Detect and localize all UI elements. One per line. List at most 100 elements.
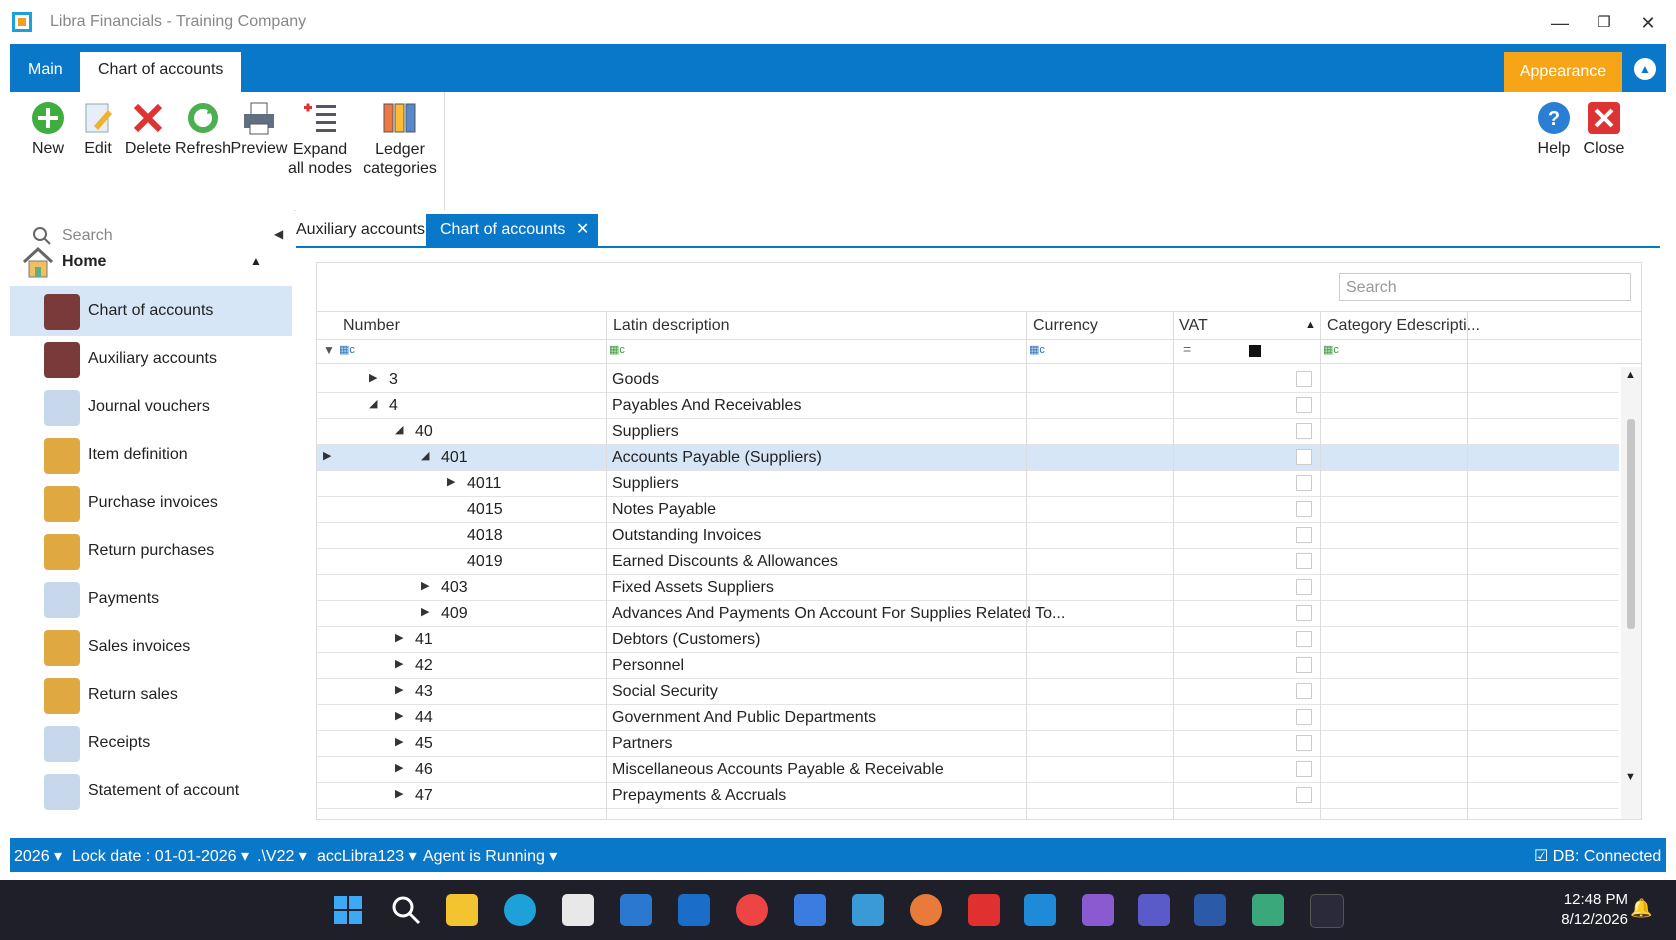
vat-checkbox[interactable] bbox=[1296, 553, 1312, 569]
table-row[interactable]: ▶ 42 Personnel bbox=[317, 653, 1619, 679]
anydesk-icon[interactable] bbox=[968, 894, 1000, 926]
libra-financials-taskbar-icon[interactable] bbox=[1310, 894, 1344, 928]
filter-vat-equals-icon[interactable]: = bbox=[1183, 341, 1191, 357]
vat-checkbox[interactable] bbox=[1296, 501, 1312, 517]
taskbar-clock[interactable]: 12:48 PM 8/12/2026 bbox=[1532, 890, 1628, 930]
expand-node-icon[interactable]: ▶ bbox=[395, 631, 403, 644]
vscode-icon[interactable] bbox=[1024, 894, 1056, 926]
ribbon-tab-chart-of-accounts[interactable]: Chart of accounts bbox=[80, 52, 242, 92]
expand-node-icon[interactable]: ▶ bbox=[447, 475, 455, 488]
restore-button[interactable]: ❐ bbox=[1584, 10, 1624, 36]
table-row[interactable]: ▶ 4011 Suppliers bbox=[317, 471, 1619, 497]
table-row[interactable]: ▶ 46 Miscellaneous Accounts Payable & Rece… bbox=[317, 757, 1619, 783]
column-header-latin-description[interactable]: Latin description bbox=[613, 313, 730, 339]
table-row[interactable]: 4015 Notes Payable bbox=[317, 497, 1619, 523]
expand-node-icon[interactable]: ▶ bbox=[395, 683, 403, 696]
filter-category-icon[interactable]: ▦c bbox=[1323, 343, 1339, 356]
table-row[interactable]: ▶ 403 Fixed Assets Suppliers bbox=[317, 575, 1619, 601]
sidebar-item[interactable]: Purchase invoices bbox=[10, 478, 292, 528]
table-row[interactable]: ▶ 41 Debtors (Customers) bbox=[317, 627, 1619, 653]
collapse-ribbon-icon[interactable]: ▲ bbox=[1634, 58, 1656, 80]
expand-node-icon[interactable]: ▶ bbox=[369, 371, 377, 384]
collapse-node-icon[interactable]: ◢ bbox=[421, 449, 429, 462]
chrome-icon[interactable] bbox=[736, 894, 768, 926]
vat-checkbox[interactable] bbox=[1296, 735, 1312, 751]
expand-node-icon[interactable]: ▶ bbox=[395, 735, 403, 748]
filter-number-icon[interactable]: ▦c bbox=[339, 343, 355, 356]
table-row[interactable]: ▶ 45 Partners bbox=[317, 731, 1619, 757]
vat-checkbox[interactable] bbox=[1296, 787, 1312, 803]
table-row[interactable]: ▶ 409 Advances And Payments On Account For… bbox=[317, 601, 1619, 627]
sidebar-item[interactable]: Return purchases bbox=[10, 526, 292, 576]
ledger-categories-button[interactable]: Ledger categories bbox=[360, 100, 440, 178]
vat-checkbox[interactable] bbox=[1296, 683, 1312, 699]
scrollbar-thumb[interactable] bbox=[1627, 419, 1635, 629]
year-selector[interactable]: 2026 ▾ bbox=[14, 846, 62, 866]
sidebar-search-input[interactable]: Search bbox=[62, 227, 113, 245]
vat-checkbox[interactable] bbox=[1296, 657, 1312, 673]
close-window-button[interactable]: ✕ bbox=[1628, 10, 1668, 36]
vat-checkbox[interactable] bbox=[1296, 397, 1312, 413]
table-row[interactable]: ▶ 44 Government And Public Departments bbox=[317, 705, 1619, 731]
vat-checkbox[interactable] bbox=[1296, 579, 1312, 595]
expand-all-nodes-button[interactable]: Expand all nodes bbox=[282, 100, 358, 178]
app-icon-orange[interactable] bbox=[910, 894, 942, 926]
close-tab-icon[interactable]: ✕ bbox=[576, 214, 589, 246]
edge-browser-icon[interactable] bbox=[504, 894, 536, 926]
grid-vertical-scrollbar[interactable]: ▲ ▼ bbox=[1621, 367, 1641, 819]
table-row[interactable]: ▶ ◢ 401 Accounts Payable (Suppliers) bbox=[317, 445, 1619, 471]
close-button[interactable]: Close bbox=[1576, 100, 1632, 158]
vat-checkbox[interactable] bbox=[1296, 371, 1312, 387]
filter-description-icon[interactable]: ▦c bbox=[609, 343, 625, 356]
minimize-button[interactable]: — bbox=[1540, 10, 1580, 36]
outlook-icon[interactable] bbox=[620, 894, 652, 926]
word-icon[interactable] bbox=[1194, 894, 1226, 926]
table-row[interactable]: 4018 Outstanding Invoices bbox=[317, 523, 1619, 549]
expand-node-icon[interactable]: ▶ bbox=[421, 605, 429, 618]
column-header-number[interactable]: Number bbox=[343, 313, 400, 339]
scroll-down-icon[interactable]: ▼ bbox=[1625, 771, 1636, 783]
app-icon-blue[interactable] bbox=[794, 894, 826, 926]
notification-bell-icon[interactable]: 🔔 bbox=[1630, 898, 1652, 919]
search-taskbar-icon[interactable] bbox=[390, 894, 422, 926]
sidebar-item[interactable]: Auxiliary accounts bbox=[10, 334, 292, 384]
scroll-up-icon[interactable]: ▲ bbox=[1625, 369, 1636, 381]
grid-search-input[interactable]: Search bbox=[1339, 273, 1631, 301]
sidebar-item[interactable]: Payments bbox=[10, 574, 292, 624]
sidebar-item[interactable]: Statement of account bbox=[10, 766, 292, 816]
sidebar-item[interactable]: Item definition bbox=[10, 430, 292, 480]
expand-node-icon[interactable]: ▶ bbox=[421, 579, 429, 592]
column-header-vat[interactable]: VAT bbox=[1179, 313, 1208, 339]
sidebar-group-home[interactable]: Home ▲ bbox=[20, 244, 290, 278]
filter-icon[interactable]: ▼ bbox=[323, 343, 335, 357]
agent-status[interactable]: Agent is Running ▾ bbox=[423, 846, 557, 866]
expand-node-icon[interactable]: ▶ bbox=[395, 787, 403, 800]
table-row[interactable]: ◢ 4 Payables And Receivables bbox=[317, 393, 1619, 419]
table-row[interactable]: 4019 Earned Discounts & Allowances bbox=[317, 549, 1619, 575]
lock-date-selector[interactable]: Lock date : 01-01-2026 ▾ bbox=[72, 846, 249, 866]
app-icon-purple[interactable] bbox=[1082, 894, 1114, 926]
notepad-icon[interactable] bbox=[1252, 894, 1284, 926]
column-header-currency[interactable]: Currency bbox=[1033, 313, 1098, 339]
help-button[interactable]: ? Help bbox=[1526, 100, 1582, 158]
filter-currency-icon[interactable]: ▦c bbox=[1029, 343, 1045, 356]
vat-checkbox[interactable] bbox=[1296, 709, 1312, 725]
sidebar-item[interactable]: Chart of accounts bbox=[10, 286, 292, 336]
column-header-category-edescription[interactable]: Category Edescripti... bbox=[1327, 313, 1480, 339]
database-selector[interactable]: accLibra123 ▾ bbox=[317, 846, 417, 866]
expand-node-icon[interactable]: ▶ bbox=[395, 657, 403, 670]
photos-icon[interactable] bbox=[852, 894, 884, 926]
vat-checkbox[interactable] bbox=[1296, 527, 1312, 543]
table-row[interactable]: ▶ 43 Social Security bbox=[317, 679, 1619, 705]
ribbon-tab-main[interactable]: Main bbox=[10, 52, 81, 92]
sidebar-item[interactable]: Return sales bbox=[10, 670, 292, 720]
vat-checkbox[interactable] bbox=[1296, 475, 1312, 491]
teams-icon[interactable] bbox=[1138, 894, 1170, 926]
expand-node-icon[interactable]: ▶ bbox=[395, 761, 403, 774]
table-row[interactable]: ▶ 47 Prepayments & Accruals bbox=[317, 783, 1619, 809]
windows-start-icon[interactable] bbox=[332, 894, 364, 926]
sidebar-item[interactable]: Sales invoices bbox=[10, 622, 292, 672]
tab-chart-of-accounts[interactable]: Chart of accounts ✕ bbox=[426, 214, 598, 246]
vat-checkbox[interactable] bbox=[1296, 605, 1312, 621]
server-selector[interactable]: .\V22 ▾ bbox=[257, 846, 307, 866]
